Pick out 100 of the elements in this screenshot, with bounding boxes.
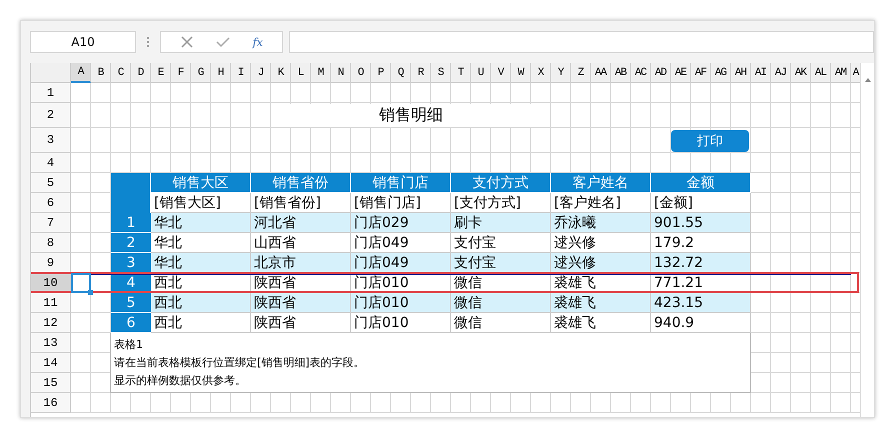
column-header[interactable]: AI: [751, 63, 771, 83]
column-header[interactable]: K: [271, 63, 291, 83]
table-cell: 门店010: [351, 293, 451, 313]
table-cell: 刷卡: [451, 213, 551, 233]
column-header[interactable]: AK: [791, 63, 811, 83]
table-header-cell: 支付方式: [451, 173, 551, 193]
column-header[interactable]: X: [531, 63, 551, 83]
column-header[interactable]: A: [851, 63, 860, 83]
template-cell: [销售大区]: [151, 193, 251, 213]
column-header[interactable]: AD: [651, 63, 671, 83]
template-cell: [销售门店]: [351, 193, 451, 213]
row-header[interactable]: 16: [31, 393, 71, 413]
table-cell: 门店029: [351, 213, 451, 233]
column-header[interactable]: B: [91, 63, 111, 83]
row-index-cell: 3: [111, 253, 151, 273]
table-cell: 华北: [151, 213, 251, 233]
row-index-cell: 6: [111, 313, 151, 333]
table-cell: 逑兴修: [551, 253, 651, 273]
table-cell: 西北: [151, 293, 251, 313]
column-header[interactable]: J: [251, 63, 271, 83]
column-header[interactable]: P: [371, 63, 391, 83]
table-cell: 微信: [451, 293, 551, 313]
column-header[interactable]: M: [311, 63, 331, 83]
column-header[interactable]: S: [431, 63, 451, 83]
scroll-up-icon[interactable]: [864, 77, 872, 83]
table-header-cell: 销售门店: [351, 173, 451, 193]
column-header[interactable]: L: [291, 63, 311, 83]
column-header[interactable]: Y: [551, 63, 571, 83]
column-header[interactable]: O: [351, 63, 371, 83]
table-cell: 支付宝: [451, 233, 551, 253]
column-header[interactable]: AL: [811, 63, 831, 83]
row-header[interactable]: 8: [31, 233, 71, 253]
check-icon[interactable]: [216, 36, 230, 48]
table-cell: 门店010: [351, 313, 451, 333]
column-header[interactable]: AF: [691, 63, 711, 83]
column-header[interactable]: E: [151, 63, 171, 83]
column-header[interactable]: AA: [591, 63, 611, 83]
table-header-cell: 金额: [651, 173, 751, 193]
column-header[interactable]: Q: [391, 63, 411, 83]
column-header[interactable]: I: [231, 63, 251, 83]
table-cell: 西北: [151, 313, 251, 333]
name-box[interactable]: A10: [30, 31, 136, 53]
drag-handle-icon[interactable]: [146, 36, 150, 48]
note-text: 表格1: [114, 336, 144, 352]
row-header[interactable]: 9: [31, 253, 71, 273]
table-header-cell: 销售大区: [151, 173, 251, 193]
print-button[interactable]: 打印: [671, 130, 749, 152]
table-cell: 423.15: [651, 293, 751, 313]
function-button[interactable]: fx: [252, 36, 263, 48]
table-cell: 陕西省: [251, 313, 351, 333]
row-header[interactable]: 1: [31, 83, 71, 103]
table-cell: 逑兴修: [551, 233, 651, 253]
table-cell: 河北省: [251, 213, 351, 233]
table-cell: 华北: [151, 253, 251, 273]
close-icon[interactable]: [180, 35, 194, 49]
row-header[interactable]: 12: [31, 313, 71, 333]
column-header[interactable]: U: [471, 63, 491, 83]
column-header[interactable]: AM: [831, 63, 851, 83]
table-cell: 裘雄飞: [551, 293, 651, 313]
column-header[interactable]: G: [191, 63, 211, 83]
column-header[interactable]: AC: [631, 63, 651, 83]
column-header[interactable]: W: [511, 63, 531, 83]
column-header[interactable]: H: [211, 63, 231, 83]
column-header[interactable]: AB: [611, 63, 631, 83]
column-header[interactable]: C: [111, 63, 131, 83]
row-header[interactable]: 7: [31, 213, 71, 233]
table-cell: 门店049: [351, 233, 451, 253]
column-header[interactable]: R: [411, 63, 431, 83]
vertical-scrollbar[interactable]: [860, 63, 874, 417]
row-header[interactable]: 15: [31, 373, 71, 393]
column-header[interactable]: N: [331, 63, 351, 83]
note-text: 显示的样例数据仅供参考。: [114, 373, 247, 388]
row-header[interactable]: 14: [31, 353, 71, 373]
table-cell: 微信: [451, 313, 551, 333]
row-header[interactable]: 4: [31, 153, 71, 173]
table-cell: 山西省: [251, 233, 351, 253]
column-header[interactable]: T: [451, 63, 471, 83]
row-header[interactable]: 2: [31, 103, 71, 128]
row-header[interactable]: 6: [31, 193, 71, 213]
row-header[interactable]: 3: [31, 128, 71, 153]
table-cell: 裘雄飞: [551, 313, 651, 333]
row-index-cell: 1: [111, 213, 151, 233]
column-header[interactable]: D: [131, 63, 151, 83]
selected-cell[interactable]: [71, 273, 91, 293]
table-header-cell: 销售省份: [251, 173, 351, 193]
table-cell: 门店049: [351, 253, 451, 273]
row-header[interactable]: 13: [31, 333, 71, 353]
table-cell: 132.72: [651, 253, 751, 273]
column-header[interactable]: F: [171, 63, 191, 83]
row-header[interactable]: 11: [31, 293, 71, 313]
column-header[interactable]: AJ: [771, 63, 791, 83]
column-header[interactable]: A: [71, 63, 91, 83]
column-header[interactable]: AE: [671, 63, 691, 83]
column-header[interactable]: Z: [571, 63, 591, 83]
table-cell: 乔泳曦: [551, 213, 651, 233]
column-header[interactable]: AH: [731, 63, 751, 83]
column-header[interactable]: V: [491, 63, 511, 83]
table-cell: 陕西省: [251, 293, 351, 313]
column-header[interactable]: AG: [711, 63, 731, 83]
row-header[interactable]: 5: [31, 173, 71, 193]
